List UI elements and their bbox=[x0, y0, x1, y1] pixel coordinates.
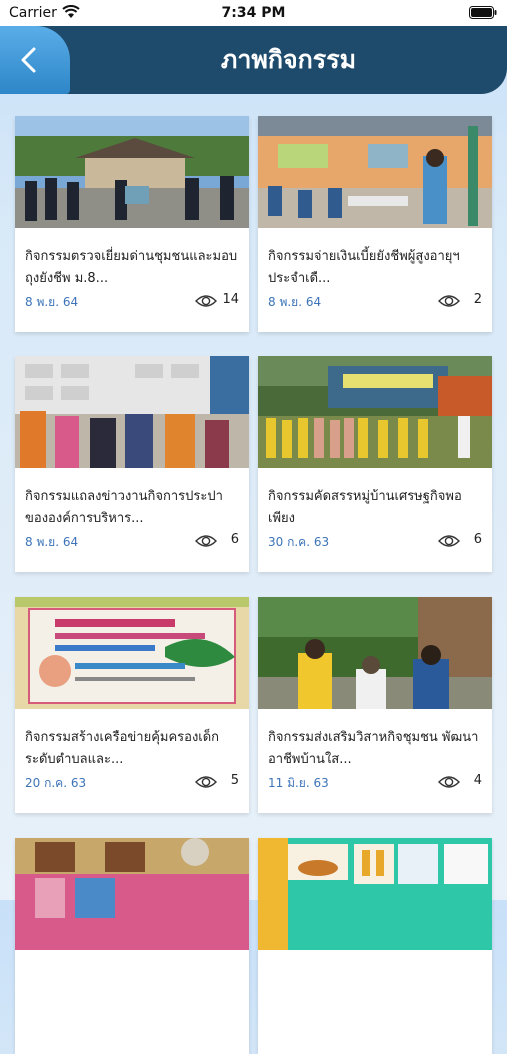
activity-card[interactable]: กิจกรรมส่งเสริมวิสาหกิจชุมชน พัฒนาอาชีพบ… bbox=[258, 597, 492, 813]
activity-photo[interactable] bbox=[258, 116, 492, 228]
activity-date: 20 ก.ค. 63 bbox=[25, 776, 87, 790]
activity-photo[interactable] bbox=[15, 597, 249, 709]
eye-icon bbox=[438, 535, 460, 547]
activity-title: กิจกรรมคัดสรรหมู่บ้านเศรษฐกิจพอเพียง bbox=[268, 489, 462, 526]
activity-photo[interactable] bbox=[15, 356, 249, 468]
eye-icon bbox=[195, 295, 217, 307]
activity-card[interactable]: กิจกรรมแถลงข่าวงานกิจการประปาขององค์การบ… bbox=[15, 356, 249, 572]
activity-title: กิจกรรมตรวจเยี่ยมด่านชุมชนและมอบถุงยังชี… bbox=[25, 249, 238, 286]
activity-photo[interactable] bbox=[258, 838, 492, 950]
activity-card[interactable]: กิจกรรมตรวจเยี่ยมด่านชุมชนและมอบถุงยังชี… bbox=[15, 116, 249, 332]
view-count: 4 bbox=[473, 773, 482, 788]
activity-photo[interactable] bbox=[258, 597, 492, 709]
status-time: 7:34 PM bbox=[221, 5, 286, 21]
activity-title: กิจกรรมจ่ายเงินเบี้ยยังชีพผู้สูงอายุฯ ปร… bbox=[268, 249, 460, 286]
back-button[interactable] bbox=[0, 26, 70, 94]
eye-icon bbox=[438, 776, 460, 788]
view-count: 14 bbox=[222, 292, 239, 307]
activity-photo[interactable] bbox=[15, 838, 249, 950]
status-bar: Carrier 7:34 PM bbox=[0, 0, 507, 26]
app-header: ภาพกิจกรรม bbox=[0, 26, 507, 94]
eye-icon bbox=[195, 535, 217, 547]
activity-photo[interactable] bbox=[258, 356, 492, 468]
eye-icon bbox=[438, 295, 460, 307]
activity-date: 30 ก.ค. 63 bbox=[268, 535, 330, 549]
activity-date: 8 พ.ย. 64 bbox=[25, 535, 79, 549]
view-count: 2 bbox=[473, 292, 482, 307]
activity-card[interactable] bbox=[258, 838, 492, 1054]
activity-card[interactable] bbox=[15, 838, 249, 1054]
activity-photo[interactable] bbox=[15, 116, 249, 228]
activity-card[interactable]: กิจกรรมคัดสรรหมู่บ้านเศรษฐกิจพอเพียง 30 ก… bbox=[258, 356, 492, 572]
view-count: 6 bbox=[230, 532, 239, 547]
activity-title: กิจกรรมสร้างเครือข่ายคุ้มครองเด็กระดับตำ… bbox=[25, 730, 220, 767]
activity-title bbox=[268, 968, 482, 1012]
activity-date: 11 มิ.ย. 63 bbox=[268, 776, 329, 790]
eye-icon bbox=[195, 776, 217, 788]
activity-title: กิจกรรมส่งเสริมวิสาหกิจชุมชน พัฒนาอาชีพบ… bbox=[268, 730, 479, 767]
activity-title bbox=[25, 968, 239, 1012]
activity-card[interactable]: กิจกรรมสร้างเครือข่ายคุ้มครองเด็กระดับตำ… bbox=[15, 597, 249, 813]
activity-date: 8 พ.ย. 64 bbox=[268, 295, 322, 309]
activity-title: กิจกรรมแถลงข่าวงานกิจการประปาขององค์การบ… bbox=[25, 489, 223, 526]
view-count: 5 bbox=[230, 773, 239, 788]
chevron-left-icon bbox=[21, 47, 36, 73]
activity-card[interactable]: กิจกรรมจ่ายเงินเบี้ยยังชีพผู้สูงอายุฯ ปร… bbox=[258, 116, 492, 332]
page-title: ภาพกิจกรรม bbox=[220, 45, 357, 74]
battery-icon bbox=[469, 6, 497, 19]
activity-date: 8 พ.ย. 64 bbox=[25, 295, 79, 309]
view-count: 6 bbox=[473, 532, 482, 547]
